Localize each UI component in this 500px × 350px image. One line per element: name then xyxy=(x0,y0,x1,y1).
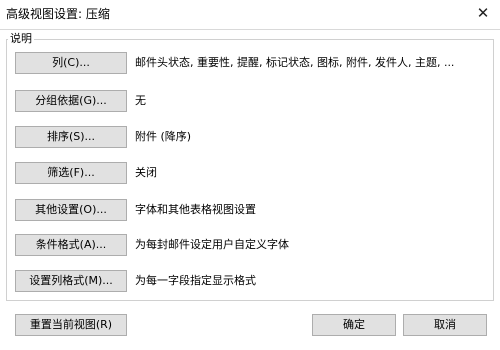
advanced-view-settings-dialog: 高级视图设置: 压缩 ✕ 说明 列(C)... 邮件头状态, 重要性, 提醒, … xyxy=(0,0,500,350)
columns-button[interactable]: 列(C)... xyxy=(15,52,127,74)
ok-button[interactable]: 确定 xyxy=(312,314,396,336)
sort-value: 附件 (降序) xyxy=(135,130,192,143)
format-columns-button[interactable]: 设置列格式(M)... xyxy=(15,270,127,292)
description-group-label: 说明 xyxy=(8,32,34,46)
columns-value: 邮件头状态, 重要性, 提醒, 标记状态, 图标, 附件, 发件人, 主题, .… xyxy=(135,56,455,69)
other-settings-value: 字体和其他表格视图设置 xyxy=(135,203,256,216)
other-settings-button[interactable]: 其他设置(O)... xyxy=(15,199,127,221)
filter-button[interactable]: 筛选(F)... xyxy=(15,162,127,184)
reset-current-view-button[interactable]: 重置当前视图(R) xyxy=(15,314,127,336)
title-bar: 高级视图设置: 压缩 ✕ xyxy=(0,0,500,28)
format-columns-value: 为每一字段指定显示格式 xyxy=(135,274,256,287)
group-by-value: 无 xyxy=(135,94,146,107)
conditional-formatting-button[interactable]: 条件格式(A)... xyxy=(15,234,127,256)
window-title: 高级视图设置: 压缩 xyxy=(6,7,110,21)
sort-button[interactable]: 排序(S)... xyxy=(15,126,127,148)
filter-value: 关闭 xyxy=(135,166,157,179)
group-by-button[interactable]: 分组依据(G)... xyxy=(15,90,127,112)
conditional-formatting-value: 为每封邮件设定用户自定义字体 xyxy=(135,238,289,251)
close-icon[interactable]: ✕ xyxy=(472,3,494,23)
title-divider xyxy=(0,29,500,30)
cancel-button[interactable]: 取消 xyxy=(403,314,487,336)
